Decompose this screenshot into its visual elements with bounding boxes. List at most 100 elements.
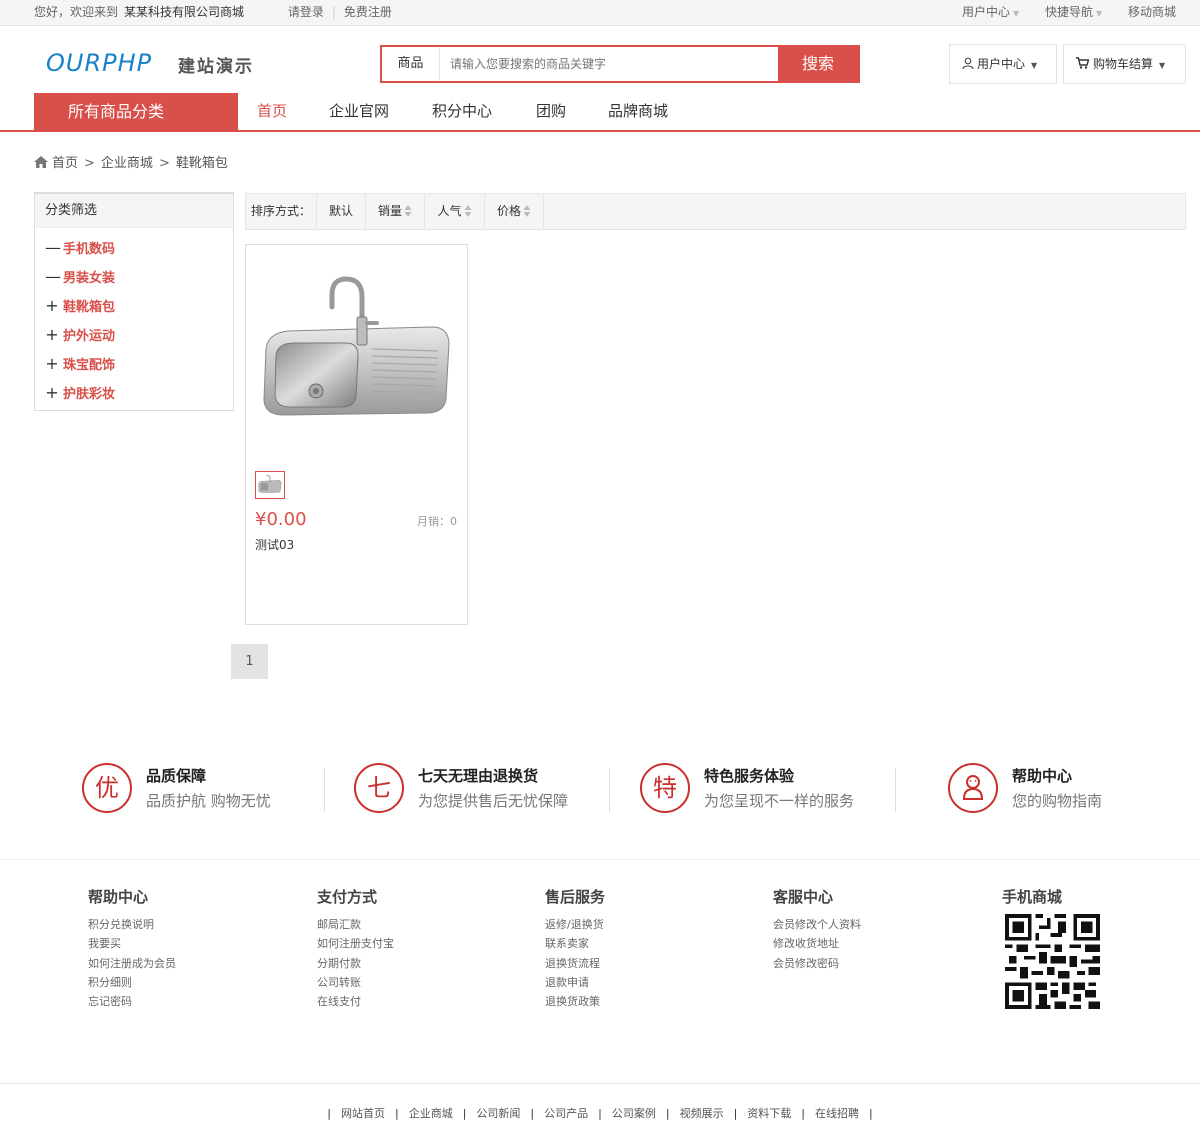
- sort-price-label: 价格: [496, 204, 521, 218]
- category-item[interactable]: — 手机数码: [35, 233, 233, 262]
- sort-sales[interactable]: 销量: [366, 194, 425, 229]
- chevron-down-icon: ▼: [1031, 61, 1038, 70]
- chevron-down-icon: ▼: [1159, 61, 1166, 70]
- search-input[interactable]: [440, 47, 778, 81]
- footer-link[interactable]: 会员修改密码: [773, 954, 861, 973]
- footer-link[interactable]: 公司转账: [317, 973, 394, 992]
- footer-link[interactable]: 忘记密码: [88, 992, 176, 1011]
- collapse-icon[interactable]: —: [45, 233, 61, 262]
- footer-column-payment: 支付方式 邮局汇款 如何注册支付宝 分期付款 公司转账 在线支付: [317, 886, 394, 1011]
- chevron-down-icon: ▼: [1096, 9, 1103, 18]
- footer-link[interactable]: 退款申请: [545, 973, 605, 992]
- breadcrumb-home[interactable]: 首页: [52, 156, 78, 171]
- bottom-link-jobs[interactable]: 在线招聘: [815, 1107, 859, 1120]
- expand-icon[interactable]: +: [45, 378, 59, 407]
- footer-column-title: 手机商城: [1002, 888, 1063, 906]
- link-separator: |: [598, 1107, 602, 1120]
- expand-icon[interactable]: +: [45, 320, 59, 349]
- bottom-link-cases[interactable]: 公司案例: [612, 1107, 656, 1120]
- product-monthly-sales: 月销：0: [417, 515, 457, 528]
- sort-arrows-icon: [523, 205, 531, 217]
- footer-link[interactable]: 如何注册成为会员: [88, 954, 176, 973]
- breadcrumb-mall[interactable]: 企业商城: [101, 156, 153, 171]
- category-item[interactable]: — 男装女装: [35, 262, 233, 291]
- guarantee-desc: 为您提供售后无忧保障: [418, 792, 569, 810]
- sort-popularity[interactable]: 人气: [425, 194, 485, 229]
- product-name[interactable]: 测试03: [255, 536, 294, 553]
- guarantee-title: 七天无理由退换货: [418, 767, 539, 785]
- all-categories-button[interactable]: 所有商品分类: [34, 93, 238, 130]
- expand-icon[interactable]: +: [45, 291, 59, 320]
- register-link[interactable]: 免费注册: [344, 5, 392, 19]
- category-item[interactable]: + 护肤彩妆: [35, 378, 233, 407]
- guarantee-title: 品质保障: [146, 767, 207, 785]
- bottom-link-mall[interactable]: 企业商城: [409, 1107, 453, 1120]
- bottom-link-products[interactable]: 公司产品: [544, 1107, 588, 1120]
- product-card[interactable]: ¥0.00 月销：0 测试03: [245, 244, 468, 625]
- top-user-center[interactable]: 用户中心 ▼: [962, 5, 1019, 19]
- footer-link[interactable]: 退换货流程: [545, 954, 605, 973]
- site-logo[interactable]: OURPHP: [46, 49, 152, 77]
- footer-link[interactable]: 在线支付: [317, 992, 394, 1011]
- user-center-dropdown[interactable]: 用户中心 ▼: [949, 44, 1057, 84]
- search-button[interactable]: 搜索: [778, 47, 858, 81]
- category-list: — 手机数码 — 男装女装 + 鞋靴箱包 + 护外运动 + 珠宝配饰 + 护肤彩妆: [35, 228, 233, 407]
- nav-item-group-buy[interactable]: 团购: [536, 92, 566, 130]
- collapse-icon[interactable]: —: [45, 262, 61, 291]
- nav-item-points-center[interactable]: 积分中心: [432, 92, 492, 130]
- site-logo-subtitle: 建站演示: [178, 57, 254, 77]
- chevron-down-icon: ▼: [1013, 9, 1020, 18]
- nav-item-corporate-site[interactable]: 企业官网: [329, 92, 389, 130]
- category-item[interactable]: + 护外运动: [35, 320, 233, 349]
- expand-icon[interactable]: +: [45, 349, 59, 378]
- category-label: 珠宝配饰: [63, 358, 116, 373]
- top-user-center-label: 用户中心: [961, 5, 1010, 19]
- search-category[interactable]: 商品: [382, 47, 440, 81]
- bottom-link-home[interactable]: 网站首页: [341, 1107, 385, 1120]
- link-separator: |: [394, 1107, 399, 1120]
- breadcrumb-current[interactable]: 鞋靴箱包: [176, 156, 228, 171]
- product-image-sink[interactable]: [254, 257, 459, 462]
- product-thumbnail[interactable]: [255, 471, 285, 499]
- footer-link[interactable]: 返修/退换货: [545, 915, 605, 934]
- nav-item-home[interactable]: 首页: [257, 92, 287, 130]
- footer-link[interactable]: 会员修改个人资料: [773, 915, 861, 934]
- user-center-label: 用户中心: [977, 57, 1026, 71]
- welcome-text: 您好，欢迎来到: [34, 5, 119, 19]
- sort-default[interactable]: 默认: [317, 194, 366, 229]
- category-filter-title: 分类筛选: [35, 194, 233, 228]
- bottom-link-news[interactable]: 公司新闻: [476, 1107, 520, 1120]
- footer-link[interactable]: 积分细则: [88, 973, 176, 992]
- top-quick-nav[interactable]: 快捷导航 ▼: [1045, 5, 1102, 19]
- search-bar: 商品 搜索: [380, 45, 860, 83]
- category-label: 护肤彩妆: [63, 387, 116, 402]
- category-item[interactable]: + 珠宝配饰: [35, 349, 233, 378]
- footer-link[interactable]: 退换货政策: [545, 992, 605, 1011]
- bottom-link-videos[interactable]: 视频展示: [680, 1107, 724, 1120]
- footer-link[interactable]: 联系卖家: [545, 934, 605, 953]
- category-label: 男装女装: [63, 271, 116, 286]
- footer-link[interactable]: 如何注册支付宝: [317, 934, 394, 953]
- top-mobile-mall[interactable]: 移动商城: [1128, 5, 1176, 19]
- sort-price[interactable]: 价格: [485, 194, 544, 229]
- footer-column-title: 支付方式: [317, 888, 378, 906]
- bottom-link-downloads[interactable]: 资料下载: [747, 1107, 791, 1120]
- cart-dropdown[interactable]: 购物车结算 ▼: [1063, 44, 1186, 84]
- category-label: 护外运动: [63, 329, 116, 344]
- login-link[interactable]: 请登录: [288, 5, 324, 19]
- cart-icon: [1076, 57, 1090, 69]
- footer-link[interactable]: 分期付款: [317, 954, 394, 973]
- footer-link[interactable]: 邮局汇款: [317, 915, 394, 934]
- footer-column-title: 售后服务: [545, 888, 606, 906]
- footer-link[interactable]: 修改收货地址: [773, 934, 861, 953]
- footer-link[interactable]: 积分兑换说明: [88, 915, 176, 934]
- divider: [609, 768, 610, 812]
- footer-column-mobile-mall: 手机商城: [1002, 886, 1062, 915]
- footer-link[interactable]: 我要买: [88, 934, 176, 953]
- bottom-links: | 网站首页 | 企业商城 | 公司新闻 | 公司产品 | 公司案例 | 视频展示 | 资料下载 | 在线招聘…: [0, 1083, 1200, 1136]
- category-item[interactable]: + 鞋靴箱包: [35, 291, 233, 320]
- quality-icon: 优: [82, 763, 132, 813]
- nav-item-brand-mall[interactable]: 品牌商城: [608, 92, 668, 130]
- top-separator: |: [331, 5, 336, 19]
- pagination-page[interactable]: 1: [231, 644, 268, 679]
